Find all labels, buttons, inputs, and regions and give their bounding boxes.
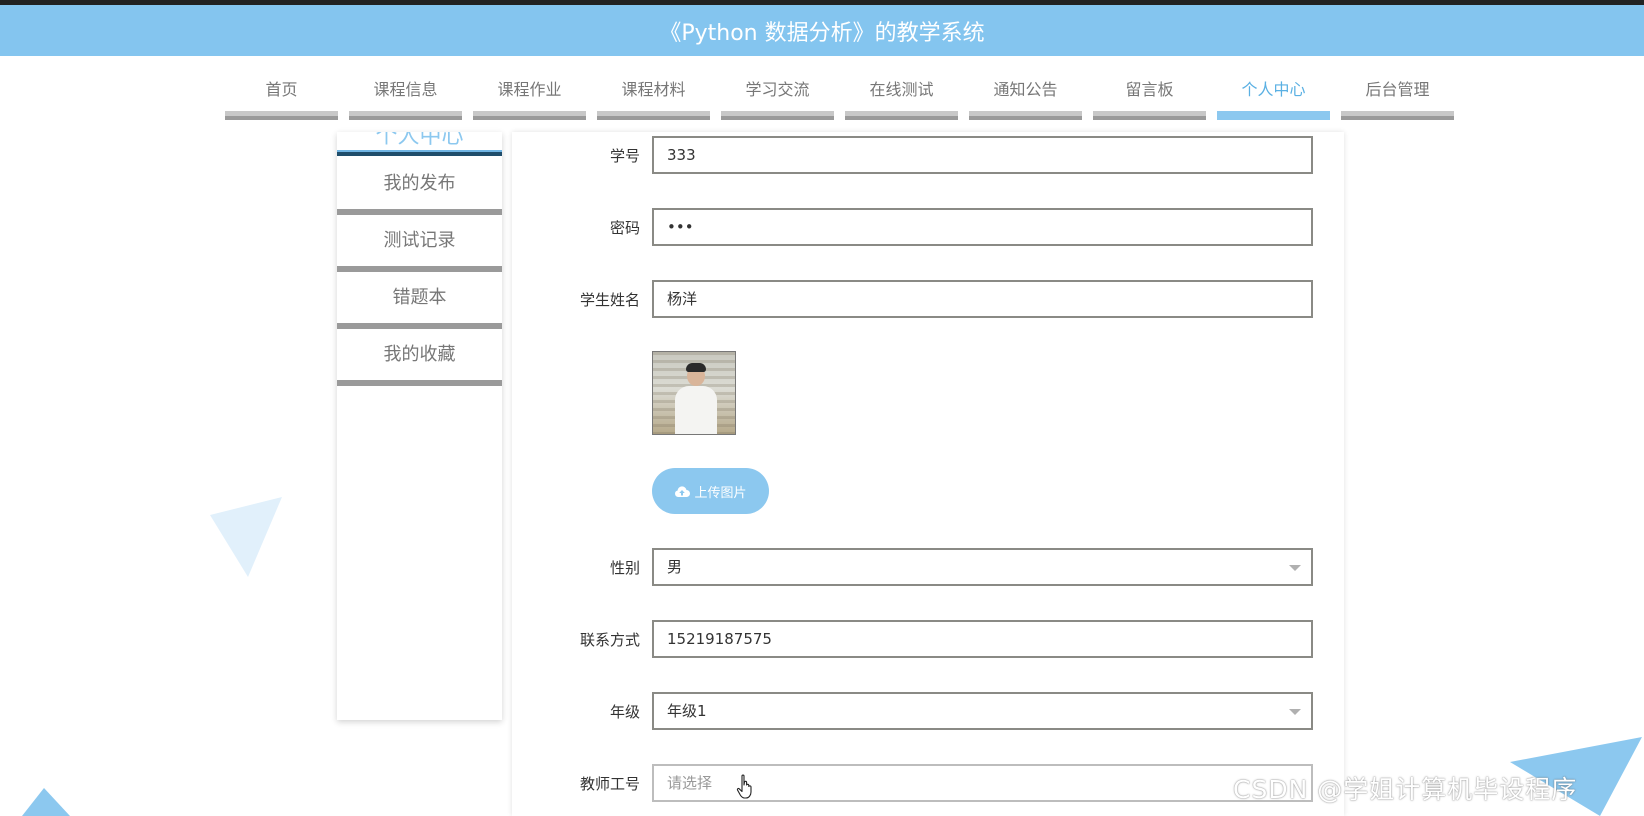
password-label: 密码: [609, 219, 640, 237]
hand-cursor-icon: [736, 774, 752, 799]
sidebar-item-my-favorites[interactable]: 我的收藏: [337, 329, 502, 386]
nav-item-home[interactable]: 首页: [225, 72, 338, 120]
nav-item-label: 课程作业: [497, 80, 562, 99]
sidebar-item-my-posts[interactable]: 我的发布: [337, 158, 502, 215]
student-name-label: 学生姓名: [579, 291, 640, 309]
teacher-id-placeholder: 请选择: [667, 774, 713, 792]
grade-select[interactable]: 年级1: [652, 692, 1313, 730]
nav-item-admin[interactable]: 后台管理: [1341, 72, 1454, 120]
gender-value: 男: [667, 558, 683, 576]
avatar-preview: [652, 351, 736, 435]
chevron-down-icon: [1289, 709, 1301, 715]
nav-item-label: 后台管理: [1365, 80, 1430, 99]
student-name-field[interactable]: 杨洋: [652, 280, 1313, 318]
nav-item-label: 在线测试: [869, 80, 934, 99]
nav-underline: [597, 111, 710, 120]
nav-underline: [473, 111, 586, 120]
avatar-figure-hair: [686, 363, 706, 372]
nav-underline: [225, 111, 338, 120]
personal-center-sidebar: 个人中心 我的发布 测试记录 错题本 我的收藏: [337, 132, 502, 720]
nav-item-label: 首页: [265, 80, 298, 99]
decorative-triangle: [210, 497, 282, 577]
nav-underline: [721, 111, 834, 120]
nav-item-notices[interactable]: 通知公告: [969, 72, 1082, 120]
nav-item-course-homework[interactable]: 课程作业: [473, 72, 586, 120]
nav-underline: [969, 111, 1082, 120]
watermark: CSDN @学姐计算机毕设程序: [1233, 775, 1578, 804]
grade-label: 年级: [609, 703, 640, 721]
nav-item-course-materials[interactable]: 课程材料: [597, 72, 710, 120]
nav-item-label: 留言板: [1125, 80, 1174, 99]
page-title: 《Python 数据分析》的教学系统: [0, 5, 1644, 56]
nav-underline: [349, 111, 462, 120]
student-id-field[interactable]: 333: [652, 136, 1313, 174]
gender-select[interactable]: 男: [652, 548, 1313, 586]
nav-item-label: 课程材料: [621, 80, 686, 99]
decorative-triangle: [22, 788, 70, 816]
cloud-upload-icon: [675, 485, 691, 497]
avatar-figure-body: [675, 386, 717, 434]
nav-underline: [1217, 111, 1330, 120]
nav-item-online-test[interactable]: 在线测试: [845, 72, 958, 120]
nav-item-learning-exchange[interactable]: 学习交流: [721, 72, 834, 120]
sidebar-item-test-records[interactable]: 测试记录: [337, 215, 502, 272]
teacher-id-label: 教师工号: [579, 775, 640, 793]
sidebar-header: 个人中心: [337, 132, 502, 156]
nav-item-label: 课程信息: [373, 80, 438, 99]
sidebar-title: 个人中心: [375, 132, 464, 149]
nav-item-label: 学习交流: [745, 80, 810, 99]
sidebar-item-mistake-book[interactable]: 错题本: [337, 272, 502, 329]
password-field[interactable]: •••: [652, 208, 1313, 246]
sidebar-header-bar: [337, 150, 502, 156]
chevron-down-icon: [1289, 565, 1301, 571]
nav-item-label: 通知公告: [993, 80, 1058, 99]
upload-button-label: 上传图片: [694, 485, 747, 501]
nav-item-message-board[interactable]: 留言板: [1093, 72, 1206, 120]
grade-value: 年级1: [667, 702, 707, 720]
gender-label: 性别: [609, 559, 640, 577]
nav-item-course-info[interactable]: 课程信息: [349, 72, 462, 120]
upload-image-button[interactable]: 上传图片: [652, 468, 769, 514]
nav-item-label: 个人中心: [1241, 80, 1306, 99]
nav-underline: [1341, 111, 1454, 120]
contact-label: 联系方式: [579, 631, 640, 649]
contact-field[interactable]: 15219187575: [652, 620, 1313, 658]
nav-item-personal-center[interactable]: 个人中心: [1217, 72, 1330, 120]
nav-underline: [845, 111, 958, 120]
student-id-label: 学号: [609, 147, 640, 165]
nav-underline: [1093, 111, 1206, 120]
